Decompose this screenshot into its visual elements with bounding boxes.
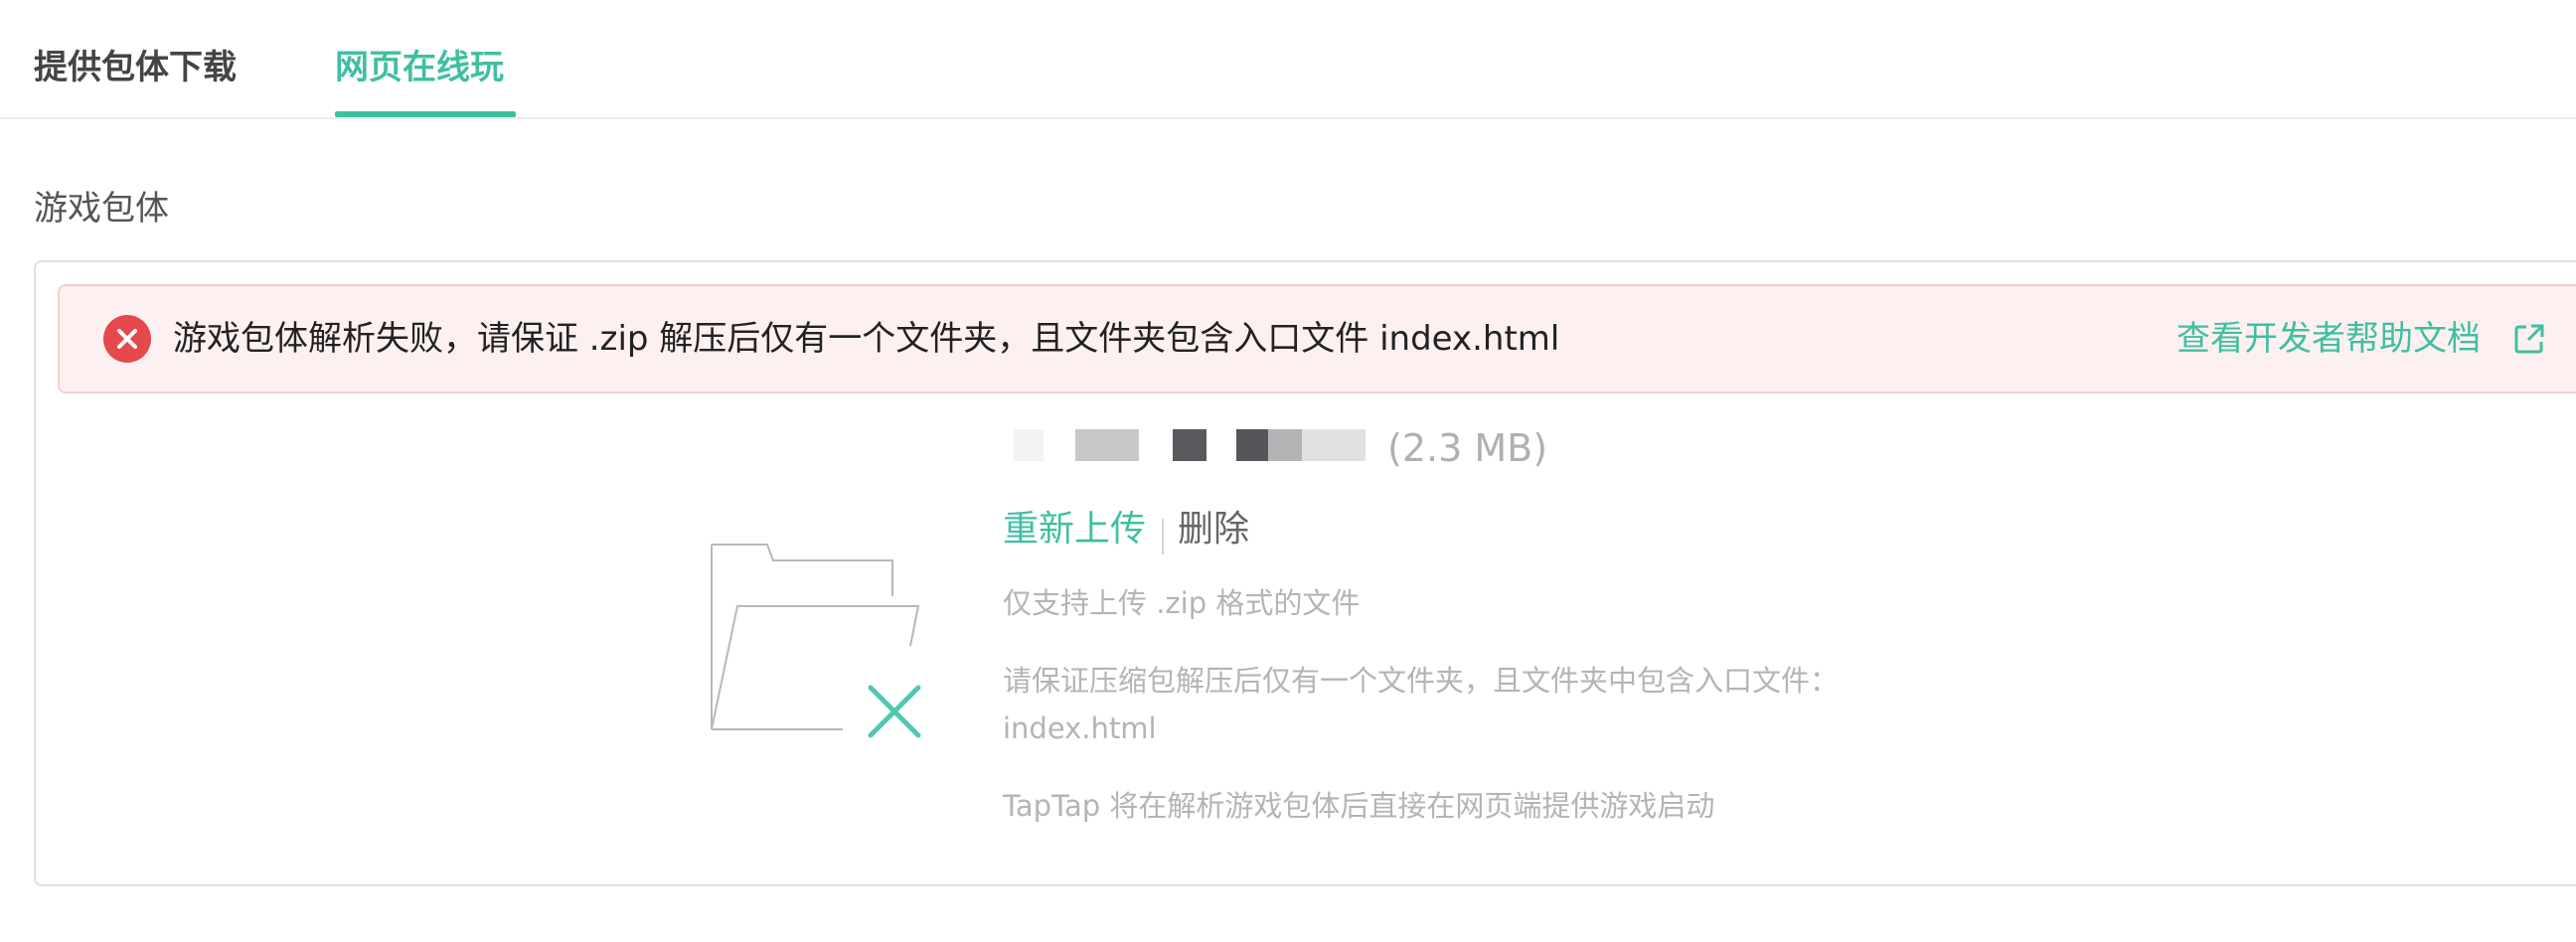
close-circle-icon <box>103 315 151 363</box>
active-tab-indicator <box>335 111 516 117</box>
file-size: (2.3 MB) <box>1387 426 1548 470</box>
action-divider <box>1162 518 1165 554</box>
tab-package-download[interactable]: 提供包体下载 <box>34 44 237 91</box>
section-title: 游戏包体 <box>34 189 169 229</box>
structure-hint-filename: index.html <box>1003 711 1157 745</box>
structure-hint: 请保证压缩包解压后仅有一个文件夹，且文件夹中包含入口文件： <box>1003 664 1840 698</box>
tab-web-play[interactable]: 网页在线玩 <box>335 44 504 91</box>
format-hint: 仅支持上传 .zip 格式的文件 <box>1003 586 1361 620</box>
tab-bar: 提供包体下载 网页在线玩 <box>0 0 2576 119</box>
launch-hint: TapTap 将在解析游戏包体后直接在网页端提供游戏启动 <box>1003 789 1715 823</box>
external-link-icon[interactable] <box>2512 322 2546 356</box>
delete-button[interactable]: 删除 <box>1178 509 1249 550</box>
reupload-button[interactable]: 重新上传 <box>1003 509 1146 550</box>
error-message: 游戏包体解析失败，请保证 .zip 解压后仅有一个文件夹，且文件夹包含入口文件 … <box>173 319 1560 359</box>
upload-failed-folder-icon <box>711 544 921 738</box>
developer-docs-link[interactable]: 查看开发者帮助文档 <box>2176 314 2481 364</box>
file-actions: 重新上传 删除 <box>1003 503 1249 556</box>
